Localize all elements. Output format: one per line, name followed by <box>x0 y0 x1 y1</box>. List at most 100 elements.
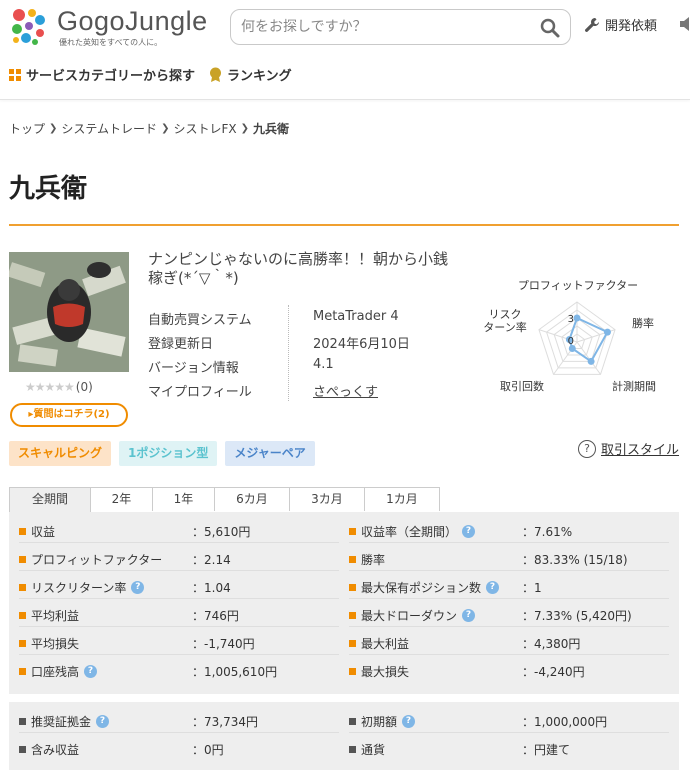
stat-value: ：1,000,000円 <box>522 715 608 729</box>
logo-mark-icon <box>12 9 45 45</box>
help-icon[interactable]: ? <box>402 715 416 728</box>
stat-label: 含み収益 <box>31 743 80 757</box>
stat-label-group: 推奨証拠金? <box>19 713 110 730</box>
search-icon[interactable] <box>538 16 562 40</box>
nav-service-category-label: サービスカテゴリーから探す <box>26 69 196 84</box>
info-label: バージョン情報 <box>148 361 239 376</box>
tab-all-period[interactable]: 全期間 <box>9 487 91 512</box>
breadcrumb-item[interactable]: システムトレード <box>61 120 157 137</box>
stat-value: ：7.61% <box>522 525 573 539</box>
nav-ranking[interactable]: ランキング <box>209 65 292 84</box>
help-icon[interactable]: ? <box>462 525 476 538</box>
radar-point <box>603 328 611 336</box>
stat-row: 平均利益 ：746円 <box>19 599 339 627</box>
page-title: 九兵衛 <box>9 174 88 204</box>
bullet-square-icon <box>19 718 26 725</box>
margin-stats-left-column: 推奨証拠金? ：73,734円 含み収益 ：0円 <box>19 705 339 761</box>
stat-value: ：7.33% (5,420円) <box>522 609 632 623</box>
tab-6-months[interactable]: 6カ月 <box>214 487 290 511</box>
star-icon: ★★★★★ <box>25 380 75 394</box>
radar-point <box>587 357 595 365</box>
nav-service-category[interactable]: サービスカテゴリーから探す <box>9 65 195 84</box>
product-image[interactable] <box>9 252 129 372</box>
title-divider <box>9 224 679 226</box>
stat-value: ：746円 <box>192 609 239 623</box>
chevron-right-icon: ❯ <box>161 123 170 134</box>
stat-label: プロフィットファクター <box>31 553 163 567</box>
stat-label: 平均損失 <box>31 637 80 651</box>
stat-label: 平均利益 <box>31 609 80 623</box>
performance-radar-chart: 3 0 プロフィットファクター勝率計測期間 取引回数 リスクターン率 <box>483 279 656 393</box>
tab-1-month[interactable]: 1カ月 <box>364 487 440 511</box>
stat-label-group: 通貨 <box>349 741 385 758</box>
bullet-square-icon <box>19 668 26 675</box>
radar-tick-label: 0 <box>568 336 574 347</box>
stat-value: ：-4,240円 <box>522 665 585 679</box>
radar-axis-label: ターン率 <box>483 320 526 334</box>
tag-one-position[interactable]: 1ポジション型 <box>119 441 218 466</box>
stat-value: ：1.04 <box>192 581 231 595</box>
breadcrumb-item[interactable]: トップ <box>9 120 45 137</box>
help-icon[interactable]: ? <box>462 609 476 622</box>
stat-row: プロフィットファクター ：2.14 <box>19 543 339 571</box>
stat-value: ：5,610円 <box>192 525 251 539</box>
tab-1-year[interactable]: 1年 <box>152 487 215 511</box>
bullet-square-icon <box>19 584 26 591</box>
stat-value: ：1 <box>522 581 542 595</box>
bullet-square-icon <box>19 640 26 647</box>
breadcrumb-item[interactable]: シストレFX <box>173 120 236 137</box>
dev-request-link[interactable]: 開発依頼 <box>584 15 657 34</box>
radar-axis-label: 計測期間 <box>612 379 656 393</box>
breadcrumb: トップ ❯ システムトレード ❯ シストレFX ❯ 九兵衛 <box>9 120 289 137</box>
tab-2-years[interactable]: 2年 <box>90 487 153 511</box>
dev-request-label: 開発依頼 <box>605 19 658 34</box>
stat-label-group: 平均利益 <box>19 607 79 624</box>
speaker-icon[interactable] <box>680 16 690 32</box>
stat-label: 最大利益 <box>361 637 410 651</box>
stat-value: ：83.33% (15/18) <box>522 553 628 567</box>
stat-row: リスクリターン率? ：1.04 <box>19 571 339 599</box>
ask-question-button[interactable]: ▸質問はコチラ(2) <box>10 403 128 427</box>
info-label: 登録更新日 <box>148 337 214 352</box>
tab-3-months[interactable]: 3カ月 <box>289 487 365 511</box>
info-value: 2024年6月10日 <box>313 337 410 352</box>
stat-label: 最大ドローダウン <box>361 609 458 623</box>
stat-value: ：-1,740円 <box>192 637 255 651</box>
stat-label: 初期額 <box>361 715 398 729</box>
product-thumbnail-illustration <box>9 252 129 372</box>
stat-row: 平均損失 ：-1,740円 <box>19 627 339 655</box>
site-logo[interactable]: GogoJungle 優れた英知をすべての人に。 <box>9 6 219 48</box>
stat-label: 口座残高 <box>31 665 80 679</box>
stat-row: 収益 ：5,610円 <box>19 515 339 543</box>
stat-label: 最大損失 <box>361 665 410 679</box>
product-info: 自動売買システム MetaTrader 4 登録更新日 2024年6月10日 バ… <box>148 305 428 401</box>
info-row: 登録更新日 2024年6月10日 <box>148 329 428 353</box>
bullet-square-icon <box>349 612 356 619</box>
trade-style-link[interactable]: ? 取引スタイル <box>578 439 679 458</box>
info-label: 自動売買システム <box>148 313 252 328</box>
tag-scalping[interactable]: スキャルピング <box>9 441 112 466</box>
margin-stats-right-column: 初期額? ：1,000,000円 通貨 ：円建て <box>349 705 669 761</box>
info-row: バージョン情報 4.1 <box>148 353 428 377</box>
search-input[interactable] <box>231 10 531 44</box>
profile-link[interactable]: さぺっくす <box>313 381 378 400</box>
stat-row: 収益率（全期間）? ：7.61% <box>349 515 669 543</box>
tag-major-pair[interactable]: メジャーペア <box>225 441 315 466</box>
help-icon[interactable]: ? <box>84 665 98 678</box>
stat-value: ：2.14 <box>192 553 231 567</box>
radar-axis-label: リスク <box>489 308 522 321</box>
stat-label-group: 最大損失 <box>349 663 409 680</box>
help-icon[interactable]: ? <box>131 581 145 594</box>
radar-axis-label: 取引回数 <box>500 379 544 393</box>
site-header: GogoJungle 優れた英知をすべての人に。 開発依頼 サービスカテゴリーか… <box>0 0 690 100</box>
help-icon[interactable]: ? <box>96 715 110 728</box>
medal-icon <box>210 67 222 82</box>
wrench-icon <box>585 17 599 32</box>
stat-value: ：1,005,610円 <box>192 665 278 679</box>
logo-text: GogoJungle <box>57 6 208 36</box>
stat-label-group: 最大利益 <box>349 635 409 652</box>
stat-row: 初期額? ：1,000,000円 <box>349 705 669 733</box>
tag-list: スキャルピング 1ポジション型 メジャーペア <box>9 441 315 466</box>
help-icon[interactable]: ? <box>486 581 500 594</box>
stat-row: 最大損失 ：-4,240円 <box>349 655 669 683</box>
